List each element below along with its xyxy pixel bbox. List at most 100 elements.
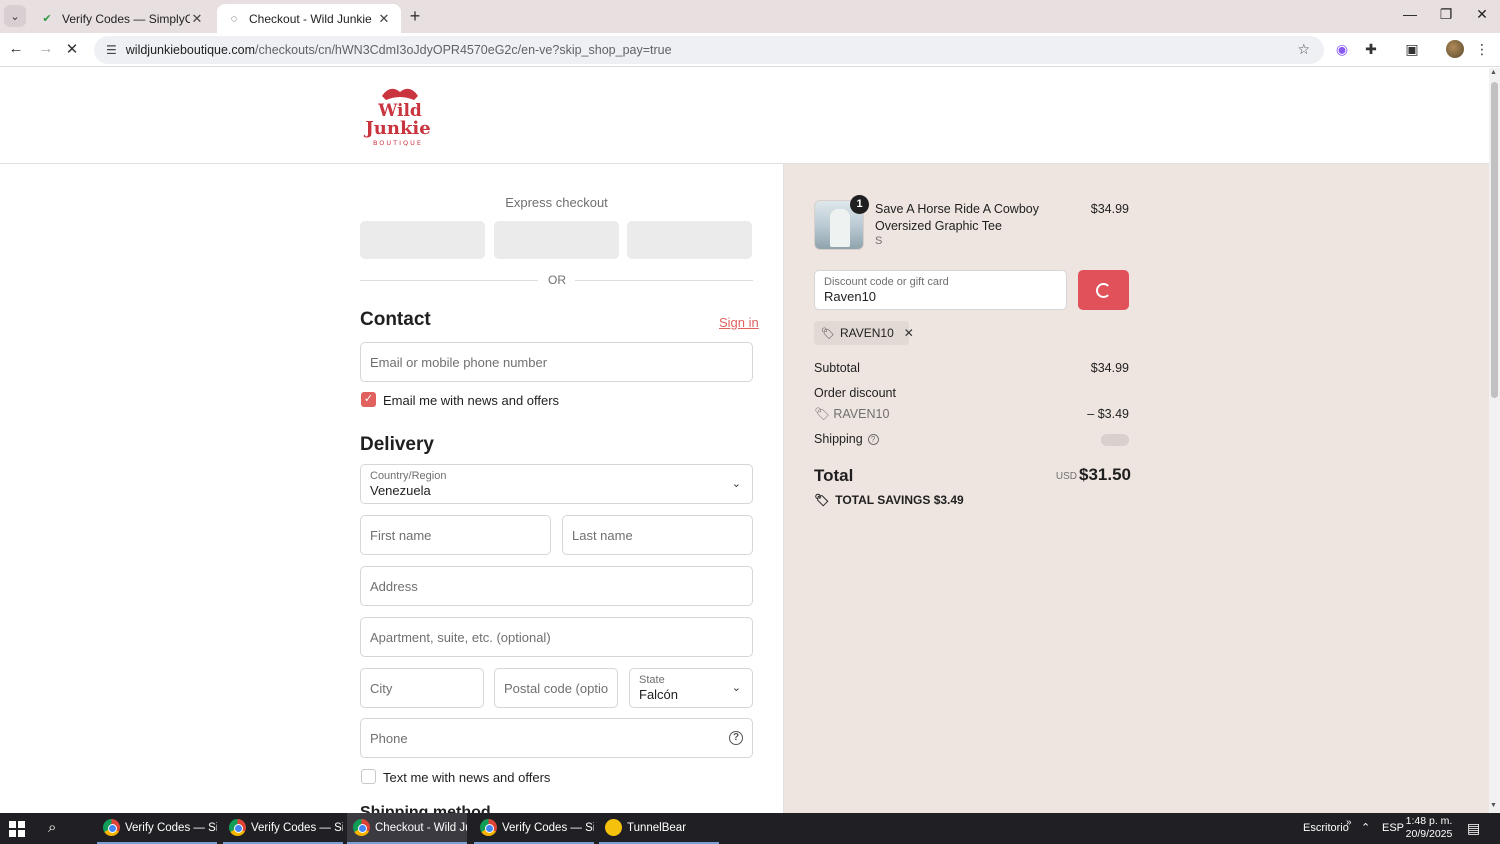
applied-code: RAVEN10 (839, 326, 894, 340)
taskbar-app-chrome[interactable]: Verify Codes — Sim... (474, 813, 594, 844)
close-tab-icon[interactable]: ✕ (190, 11, 204, 27)
double-chevron-icon[interactable]: » (1346, 807, 1352, 838)
country-label: Country/Region (370, 469, 447, 482)
express-checkout-title: Express checkout (505, 195, 608, 210)
url-host: wildjunkieboutique.com (125, 43, 256, 57)
help-icon[interactable]: ? (867, 434, 879, 445)
sms-news-label: Text me with news and offers (383, 770, 551, 785)
close-window-icon[interactable]: ✕ (1472, 6, 1492, 23)
profile-avatar[interactable] (1446, 40, 1464, 58)
extensions-puzzle-icon[interactable]: ✚ (1361, 41, 1381, 59)
forward-icon[interactable]: → (36, 40, 56, 60)
taskbar-app-chrome-active[interactable]: Checkout - Wild Ju... (347, 813, 467, 844)
taskbar-app-chrome[interactable]: Verify Codes — Sim... (223, 813, 343, 844)
apartment-field[interactable]: Apartment, suite, etc. (optional) (360, 617, 753, 657)
desktop-toolbar[interactable]: Escritorio (1303, 813, 1349, 844)
apply-discount-button[interactable] (1078, 270, 1129, 310)
notification-icon[interactable]: ▤ (1467, 820, 1480, 837)
tray-expand-icon[interactable]: ⌃ (1361, 813, 1370, 844)
tab-title: Checkout - Wild Junkie (249, 11, 372, 26)
restore-icon[interactable]: ❐ (1436, 6, 1456, 23)
page-scrollbar[interactable]: ▲ ▼ (1489, 68, 1500, 813)
bookmark-star-icon[interactable]: ☆ (1297, 41, 1310, 58)
tag-icon: 🏷 (814, 407, 830, 421)
tab-checkout[interactable]: ◌ Checkout - Wild Junkie ✕ (217, 4, 401, 33)
scroll-down-icon[interactable]: ▼ (1490, 802, 1497, 809)
url-path: /checkouts/cn/hWN3CdmI3oJdyOPR4570eG2c/e… (255, 43, 672, 57)
address-field[interactable]: Address (360, 566, 753, 606)
first-name-placeholder: First name (370, 527, 432, 543)
taskbar-app-label: TunnelBear (627, 821, 687, 834)
remove-discount-icon[interactable]: ✕ (904, 326, 914, 340)
express-pay-button-1[interactable] (360, 221, 485, 259)
city-field[interactable]: City (360, 668, 484, 708)
chrome-icon (229, 819, 246, 836)
system-clock[interactable]: 1:48 p. m. 20/9/2025 (1405, 815, 1453, 841)
tab-title: Verify Codes — SimplyCodes (62, 11, 190, 26)
browser-tab-strip: ⌄ ✔ Verify Codes — SimplyCodes ✕ ◌ Check… (0, 0, 1500, 33)
tunnelbear-icon (605, 819, 622, 836)
state-value: Falcón (639, 686, 679, 702)
delivery-heading: Delivery (360, 434, 434, 455)
total-value: $31.50 (1079, 465, 1131, 484)
taskbar-app-label: Verify Codes — Sim... (502, 821, 594, 834)
clock-date: 20/9/2025 (1405, 828, 1453, 840)
email-news-checkbox[interactable]: ✓ (361, 392, 376, 407)
subtotal-value: $34.99 (1090, 361, 1129, 375)
last-name-field[interactable]: Last name (562, 515, 753, 555)
close-tab-icon[interactable]: ✕ (377, 11, 391, 27)
input-language[interactable]: ESP (1382, 813, 1404, 844)
browser-toolbar: ← → ✕ ☰ wildjunkieboutique.com/checkouts… (0, 33, 1500, 67)
applied-discount-chip: 🏷 RAVEN10 ✕ (814, 321, 914, 345)
checkout-page: Wild Junkie BOUTIQUE Express checkout OR… (0, 68, 1489, 813)
discount-value: Raven10 (824, 288, 877, 304)
first-name-field[interactable]: First name (360, 515, 551, 555)
windows-start-icon[interactable] (9, 821, 25, 837)
stop-loading-icon[interactable]: ✕ (62, 40, 82, 60)
scrollbar-thumb[interactable] (1491, 82, 1498, 398)
express-pay-button-3[interactable] (627, 221, 752, 259)
address-bar[interactable]: ☰ wildjunkieboutique.com/checkouts/cn/hW… (94, 36, 1324, 64)
total-savings: 🏷 TOTAL SAVINGS $3.49 (814, 493, 964, 507)
reading-list-icon[interactable]: ▣ (1402, 41, 1422, 59)
express-pay-button-2[interactable] (494, 221, 619, 259)
taskbar-app-label: Verify Codes — Sim... (125, 821, 217, 834)
logo-junkie: Junkie (363, 118, 430, 139)
tag-icon: 🏷 (814, 493, 830, 507)
state-select[interactable]: State Falcón ⌄ (629, 668, 753, 708)
postal-placeholder: Postal code (optional) (504, 680, 608, 696)
search-icon[interactable]: ⌕ (48, 819, 56, 836)
taskbar-app-chrome[interactable]: Verify Codes — Sim... (97, 813, 217, 844)
minimize-icon[interactable]: — (1400, 6, 1420, 22)
loading-spinner-icon (1096, 283, 1111, 298)
sms-news-checkbox[interactable] (361, 769, 376, 784)
product-price: $34.99 (1090, 202, 1129, 216)
extension-icon[interactable]: ◉ (1332, 41, 1352, 59)
logo-sub: BOUTIQUE (373, 139, 423, 147)
email-placeholder: Email or mobile phone number (370, 354, 548, 370)
phone-field[interactable]: Phone ? (360, 718, 753, 758)
last-name-placeholder: Last name (572, 527, 633, 543)
discount-code-field[interactable]: Discount code or gift card Raven10 (814, 270, 1067, 310)
tab-verify-codes[interactable]: ✔ Verify Codes — SimplyCodes ✕ (30, 4, 214, 33)
postal-code-field[interactable]: Postal code (optional) (494, 668, 618, 708)
country-select[interactable]: Country/Region Venezuela ⌄ (360, 464, 753, 504)
total-currency: USD (1055, 471, 1077, 482)
back-icon[interactable]: ← (6, 40, 26, 60)
subtotal-label: Subtotal (814, 361, 860, 375)
email-field[interactable]: Email or mobile phone number (360, 342, 753, 382)
taskbar-app-tunnelbear[interactable]: TunnelBear (599, 813, 719, 844)
site-info-icon[interactable]: ☰ (106, 43, 117, 57)
state-label: State (639, 673, 665, 686)
menu-kebab-icon[interactable]: ⋮ (1472, 41, 1492, 59)
new-tab-icon[interactable]: + (405, 6, 425, 27)
tab-search-dropdown-icon[interactable]: ⌄ (4, 5, 26, 27)
store-header: Wild Junkie BOUTIQUE (0, 68, 1489, 164)
contact-heading: Contact (360, 309, 431, 330)
scroll-up-icon[interactable]: ▲ (1490, 69, 1497, 76)
help-icon[interactable]: ? (729, 731, 743, 745)
sign-in-link[interactable]: Sign in (719, 315, 759, 330)
url-text: wildjunkieboutique.com/checkouts/cn/hWN3… (126, 43, 672, 57)
country-value: Venezuela (370, 482, 431, 498)
store-logo[interactable]: Wild Junkie BOUTIQUE (360, 82, 440, 148)
